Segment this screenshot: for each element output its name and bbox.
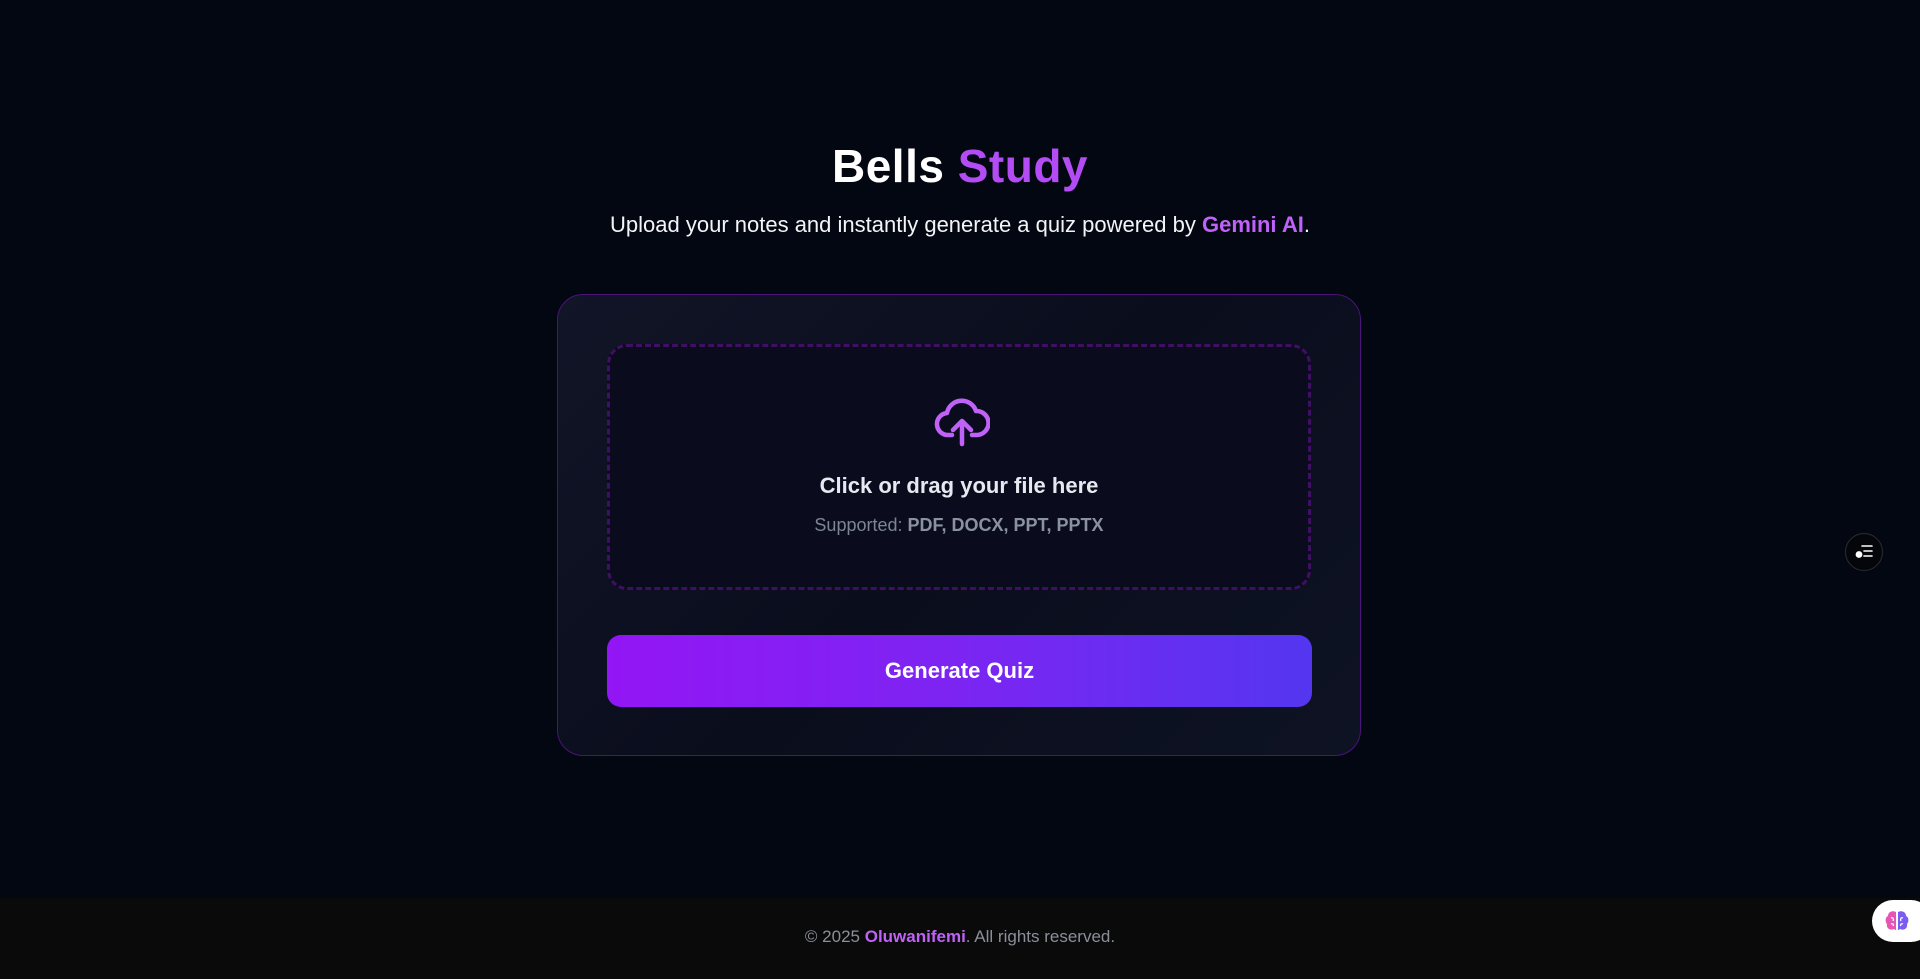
subtitle-end: . bbox=[1303, 212, 1310, 237]
cloud-upload-icon bbox=[934, 398, 990, 447]
title-accent: Study bbox=[957, 140, 1088, 192]
footer-text: © 2025 Oluwanifemi. All rights reserved. bbox=[805, 927, 1115, 947]
footer-copyright: © 2025 bbox=[804, 927, 860, 946]
page: Bells Study Upload your notes and instan… bbox=[0, 0, 1920, 979]
subtitle-text: Upload your notes and instantly generate… bbox=[610, 212, 1202, 237]
file-dropzone[interactable]: Click or drag your file here Supported: … bbox=[607, 344, 1311, 590]
assistant-widget-button[interactable] bbox=[1872, 900, 1920, 942]
settings-list-icon bbox=[1855, 545, 1873, 558]
generate-quiz-button[interactable]: Generate Quiz bbox=[607, 635, 1312, 707]
title-brand: Bells bbox=[831, 140, 945, 192]
supported-label: Supported: bbox=[814, 515, 903, 535]
supported-formats: PDF, DOCX, PPT, PPTX bbox=[907, 515, 1104, 535]
footer-rights: . All rights reserved. bbox=[965, 927, 1116, 946]
side-tool-button[interactable] bbox=[1845, 533, 1883, 571]
upload-card: Click or drag your file here Supported: … bbox=[557, 294, 1361, 756]
footer: © 2025 Oluwanifemi. All rights reserved. bbox=[0, 898, 1920, 979]
dropzone-title: Click or drag your file here bbox=[819, 473, 1099, 498]
page-subtitle: Upload your notes and instantly generate… bbox=[0, 210, 1920, 240]
dropzone-formats: Supported: PDF, DOCX, PPT, PPTX bbox=[610, 515, 1308, 536]
subtitle-highlight: Gemini AI bbox=[1201, 212, 1304, 237]
hero: Bells Study Upload your notes and instan… bbox=[0, 136, 1920, 240]
footer-author: Oluwanifemi bbox=[864, 927, 966, 946]
brain-icon bbox=[1885, 911, 1909, 930]
page-title: Bells Study bbox=[0, 136, 1920, 196]
